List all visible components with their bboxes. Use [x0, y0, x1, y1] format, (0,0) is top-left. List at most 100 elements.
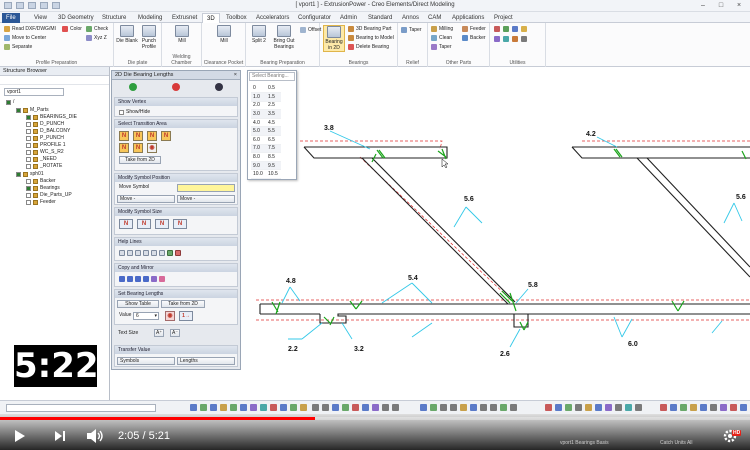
tool-icon[interactable]	[460, 404, 467, 411]
tool-icon[interactable]	[332, 404, 339, 411]
checkbox[interactable]	[26, 142, 31, 148]
tool-icon[interactable]	[490, 404, 497, 411]
tree-item[interactable]: BEARINGS_DIE	[26, 114, 77, 120]
tree-item[interactable]: M_Parts	[16, 107, 49, 113]
table-row[interactable]: 1.0 1.5	[251, 92, 281, 102]
checkbox[interactable]	[26, 121, 31, 127]
checkbox[interactable]	[26, 114, 31, 120]
checkbox[interactable]	[6, 99, 11, 105]
tree-item[interactable]: WC_S_R2	[26, 149, 64, 155]
help-line-icon[interactable]	[119, 250, 125, 256]
tree-item[interactable]: Feeder	[26, 199, 56, 205]
tool-icon[interactable]	[290, 404, 297, 411]
close-icon[interactable]: ×	[730, 1, 748, 10]
copy-icon[interactable]	[135, 276, 141, 282]
tab-applications[interactable]: Applications	[448, 13, 488, 23]
curve-icon[interactable]	[159, 276, 165, 282]
tree-item[interactable]: Die_Parts_UP	[26, 192, 72, 198]
eye-icon[interactable]: ◉	[147, 143, 157, 153]
clean-button[interactable]: Clean	[431, 35, 452, 41]
tool-icon[interactable]	[270, 404, 277, 411]
tree-item[interactable]: D_BALCONY	[26, 128, 70, 134]
tab-standard[interactable]: Standard	[364, 13, 396, 23]
decrease-text-size-icon[interactable]: A⁻	[170, 329, 180, 337]
tool-icon[interactable]	[392, 404, 399, 411]
mirror-icon[interactable]	[119, 276, 125, 282]
tool-icon[interactable]	[555, 404, 562, 411]
table-row[interactable]: 0 0.5	[251, 84, 281, 94]
tool-icon[interactable]	[342, 404, 349, 411]
checkbox[interactable]	[16, 171, 21, 177]
move-right-button[interactable]: Move -	[177, 195, 235, 203]
tool-icon[interactable]	[740, 404, 747, 411]
checkbox[interactable]	[26, 135, 31, 141]
tool-icon[interactable]	[660, 404, 667, 411]
tree-item[interactable]: _NEED	[26, 156, 57, 162]
tool-icon[interactable]	[312, 404, 319, 411]
tab-cam[interactable]: CAM	[424, 13, 445, 23]
tab-file[interactable]: File	[2, 13, 20, 23]
utility-orange-icon[interactable]	[512, 36, 518, 42]
rotate-icon[interactable]	[151, 276, 157, 282]
tool-icon[interactable]	[680, 404, 687, 411]
bearing-in-2d-button[interactable]: Bearing in 2D	[323, 25, 345, 52]
symbol-size-button[interactable]: N	[119, 219, 133, 229]
tab-annos[interactable]: Annos	[398, 13, 423, 23]
utility-teal-icon[interactable]	[503, 36, 509, 42]
help-line-icon[interactable]	[143, 250, 149, 256]
tool-icon[interactable]	[690, 404, 697, 411]
cancel-icon[interactable]	[171, 83, 180, 91]
select-bearing-search[interactable]: Select Bearing...	[249, 72, 295, 81]
tool-icon[interactable]	[730, 404, 737, 411]
tool-icon[interactable]	[210, 404, 217, 411]
transition-tile[interactable]: N	[119, 143, 129, 153]
tree-item[interactable]: Backer	[26, 178, 56, 184]
utility-purple-icon[interactable]	[494, 36, 500, 42]
utility-green-icon[interactable]	[503, 26, 509, 32]
tab-project[interactable]: Project	[490, 13, 517, 23]
bearing-3d-part-button[interactable]: 3D Bearing Part	[348, 26, 392, 32]
tool-icon[interactable]	[190, 404, 197, 411]
utility-red-icon[interactable]	[494, 26, 500, 32]
checkbox[interactable]	[26, 149, 31, 155]
delete-bearing-button[interactable]: Delete Bearing	[348, 44, 389, 50]
table-row[interactable]: 4.0 4.5	[251, 118, 281, 128]
command-combo[interactable]	[6, 404, 156, 412]
tool-icon[interactable]	[585, 404, 592, 411]
utility-blue-icon[interactable]	[512, 26, 518, 32]
value-select[interactable]: 6 ▾	[133, 312, 159, 320]
take-from-2d-button[interactable]: Take from 2D	[119, 156, 161, 164]
bearing-to-model-button[interactable]: Bearing to Model	[348, 35, 394, 41]
offset-button[interactable]: Offset	[300, 27, 321, 33]
tool-icon[interactable]	[200, 404, 207, 411]
apply-value-icon[interactable]: ◉	[165, 311, 175, 321]
ok-icon[interactable]	[129, 83, 138, 91]
symbol-size-button[interactable]: N	[155, 219, 169, 229]
move-left-button[interactable]: Move -	[117, 195, 175, 203]
tool-icon[interactable]	[595, 404, 602, 411]
tool-icon[interactable]	[230, 404, 237, 411]
tool-icon[interactable]	[670, 404, 677, 411]
tool-icon[interactable]	[480, 404, 487, 411]
split-button[interactable]: Split 2	[248, 25, 270, 44]
table-row[interactable]: 9.0 9.5	[251, 161, 281, 171]
checkbox[interactable]	[26, 156, 31, 162]
bring-out-bearings-button[interactable]: Bring Out Bearings	[270, 25, 298, 50]
tab-accelerators[interactable]: Accelerators	[252, 13, 293, 23]
symbol-size-button[interactable]: N	[137, 219, 151, 229]
check-button[interactable]: Check	[86, 26, 108, 32]
utility-gray-icon[interactable]	[521, 36, 527, 42]
mirror-icon[interactable]	[127, 276, 133, 282]
tree-item[interactable]: D_PUNCH	[26, 121, 64, 127]
tool-icon[interactable]	[322, 404, 329, 411]
next-icon[interactable]	[54, 430, 66, 442]
help-line-icon[interactable]	[151, 250, 157, 256]
set-length-icon[interactable]: 1→	[179, 311, 193, 321]
tool-icon[interactable]	[710, 404, 717, 411]
tool-icon[interactable]	[260, 404, 267, 411]
table-row[interactable]: 3.0 3.5	[251, 109, 281, 119]
tool-icon[interactable]	[362, 404, 369, 411]
tool-icon[interactable]	[352, 404, 359, 411]
table-row[interactable]: 2.0 2.5	[251, 101, 281, 111]
checkbox[interactable]	[26, 163, 31, 169]
